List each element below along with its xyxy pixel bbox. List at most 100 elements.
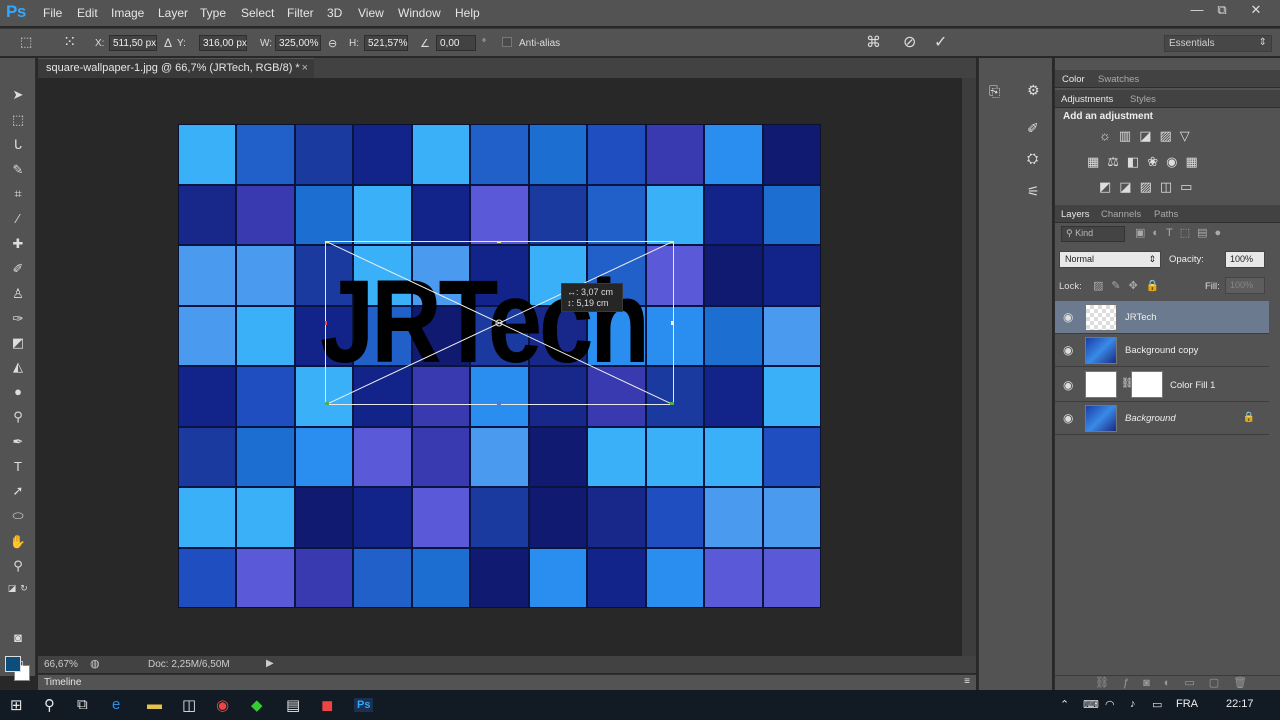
layer-name[interactable]: Background copy (1125, 345, 1198, 356)
height-field[interactable]: 521,57% (364, 35, 408, 51)
delta-icon[interactable]: Δ (164, 36, 172, 50)
layer-filter-icons[interactable]: ▣◐T⬚▤● (1135, 226, 1228, 239)
network-icon[interactable]: ⌨ (1083, 698, 1099, 711)
history-brush-tool-icon[interactable]: ✑ (9, 310, 27, 328)
menu-window[interactable]: Window (398, 6, 441, 20)
visibility-eye-icon[interactable]: ◉ (1063, 310, 1073, 324)
fill-field[interactable]: 100% (1225, 277, 1265, 294)
layer-row-background[interactable]: ◉ Background 🔒 (1055, 402, 1269, 435)
visibility-eye-icon[interactable]: ◉ (1063, 411, 1073, 425)
visibility-eye-icon[interactable]: ◉ (1063, 343, 1073, 357)
dodge-tool-icon[interactable]: ⚲ (9, 408, 27, 426)
layer-row-color-fill[interactable]: ◉ ⛓ Color Fill 1 (1055, 367, 1269, 402)
eraser-tool-icon[interactable]: ◩ (9, 334, 27, 352)
visibility-eye-icon[interactable]: ◉ (1063, 378, 1073, 392)
menu-select[interactable]: Select (241, 6, 274, 20)
zoom-tool-icon[interactable]: ⚲ (9, 557, 27, 575)
tray-chevron-icon[interactable]: ⌃ (1060, 698, 1069, 711)
chrome-icon[interactable]: ◉ (216, 696, 229, 714)
lasso-tool-icon[interactable]: ᒐ (9, 136, 27, 154)
close-icon[interactable]: ✕ (1242, 2, 1270, 20)
layer-kind-filter[interactable]: ⚲ Kind (1061, 226, 1125, 242)
panel-menu-icon[interactable]: ≡ (964, 676, 970, 687)
healing-brush-tool-icon[interactable]: ✚ (9, 235, 27, 253)
menu-3d[interactable]: 3D (327, 6, 342, 20)
blur-tool-icon[interactable]: ● (9, 383, 27, 401)
layer-actions-bar[interactable]: ⛓ƒ◙◐▭▢🗑 (1055, 675, 1280, 690)
tab-paths[interactable]: Paths (1154, 209, 1178, 220)
properties-panel-icon[interactable]: ⚙ (1027, 82, 1040, 99)
tab-channels[interactable]: Channels (1101, 209, 1141, 220)
move-transform-tool-icon[interactable]: ⬚ (20, 34, 32, 50)
brush-panel-icon[interactable]: ✐ (1027, 120, 1039, 137)
opacity-field[interactable]: 100% (1225, 251, 1265, 268)
menu-layer[interactable]: Layer (158, 6, 188, 20)
reference-point-icon[interactable]: ⁙ (63, 32, 76, 52)
close-tab-icon[interactable]: × (302, 62, 308, 74)
menu-view[interactable]: View (358, 6, 384, 20)
ellipse-tool-icon[interactable]: ⬭ (9, 507, 27, 525)
timeline-panel[interactable]: Timeline ≡ (38, 674, 976, 690)
edge-icon[interactable]: e (112, 696, 120, 713)
antialias-checkbox[interactable] (502, 37, 512, 47)
file-explorer-icon[interactable]: ▬ (147, 696, 162, 713)
clone-stamp-tool-icon[interactable]: ♙ (9, 285, 27, 303)
width-field[interactable]: 325,00% (275, 35, 321, 51)
adjustment-icons-row-1[interactable]: ☼▥◪▨▽ (1099, 128, 1198, 144)
app-icon[interactable]: ◼ (321, 696, 333, 714)
menu-file[interactable]: File (43, 6, 62, 20)
menu-edit[interactable]: Edit (77, 6, 98, 20)
windows-start-icon[interactable]: ⊞ (10, 696, 23, 714)
tab-swatches[interactable]: Swatches (1098, 74, 1139, 85)
swap-colors-icon[interactable]: ↻ (15, 579, 33, 597)
history-panel-icon[interactable]: ⎘ (989, 83, 1000, 100)
x-position-field[interactable]: 511,50 px (109, 35, 157, 51)
adjustment-icons-row-2[interactable]: ▦⚖◧❀◉▦ (1087, 154, 1206, 170)
tab-layers[interactable]: Layers (1061, 209, 1090, 220)
search-icon[interactable]: ⚲ (44, 696, 55, 714)
layer-row-background-copy[interactable]: ◉ Background copy (1055, 334, 1269, 367)
foreground-color-swatch[interactable] (5, 656, 21, 672)
clone-source-icon[interactable]: ⚟ (1027, 183, 1040, 200)
lock-icons[interactable]: ▨✎✥🔒 (1093, 279, 1168, 292)
minimize-icon[interactable]: — (1183, 2, 1211, 20)
quick-selection-tool-icon[interactable]: ✎ (9, 161, 27, 179)
layer-name[interactable]: JRTech (1125, 312, 1157, 323)
tab-color[interactable]: Color (1062, 74, 1085, 85)
menu-image[interactable]: Image (111, 6, 144, 20)
layer-name[interactable]: Background (1125, 413, 1176, 424)
workspace-select[interactable]: Essentials ⇕ (1164, 35, 1272, 52)
cancel-transform-icon[interactable]: ⊘ (903, 32, 916, 52)
marquee-tool-icon[interactable]: ⬚ (9, 111, 27, 129)
y-position-field[interactable]: 316,00 px (199, 35, 247, 51)
hand-tool-icon[interactable]: ✋ (9, 533, 27, 551)
clock[interactable]: 22:17 (1226, 698, 1254, 710)
brush-tool-icon[interactable]: ✐ (9, 260, 27, 278)
tab-adjustments[interactable]: Adjustments (1061, 94, 1113, 105)
volume-icon[interactable]: ♪ (1130, 698, 1136, 710)
menu-type[interactable]: Type (200, 6, 226, 20)
free-transform-box[interactable] (325, 241, 674, 405)
menu-help[interactable]: Help (455, 6, 480, 20)
zoom-level[interactable]: 66,67% (44, 659, 78, 670)
store-icon[interactable]: ◫ (182, 696, 196, 714)
restore-icon[interactable]: ⧉ (1208, 2, 1236, 20)
paint-bucket-tool-icon[interactable]: ◭ (9, 358, 27, 376)
layer-name[interactable]: Color Fill 1 (1170, 380, 1215, 391)
layer-row-jrtech[interactable]: ◉ JRTech (1055, 301, 1269, 334)
adjustment-icons-row-3[interactable]: ◩◪▨◫▭ (1099, 179, 1200, 195)
vertical-scrollbar[interactable] (962, 78, 976, 656)
message-icon[interactable]: ▭ (1152, 698, 1162, 711)
path-selection-tool-icon[interactable]: ➚ (9, 482, 27, 500)
commit-transform-icon[interactable]: ✓ (934, 32, 947, 52)
status-menu-arrow-icon[interactable]: ▶ (266, 658, 274, 669)
move-tool-icon[interactable]: ➤ (9, 86, 27, 104)
app-icon[interactable]: ▤ (286, 696, 300, 714)
blend-mode-select[interactable]: Normal ⇕ (1059, 251, 1161, 268)
link-icon[interactable]: ⊖ (328, 37, 337, 50)
type-tool-icon[interactable]: T (9, 458, 27, 476)
crop-tool-icon[interactable]: ⌗ (9, 185, 27, 203)
brush-presets-icon[interactable]: ⛭ (1027, 150, 1038, 167)
rotation-angle-field[interactable]: 0,00 (436, 35, 476, 51)
document-tab[interactable]: square-wallpaper-1.jpg @ 66,7% (JRTech, … (38, 58, 314, 78)
